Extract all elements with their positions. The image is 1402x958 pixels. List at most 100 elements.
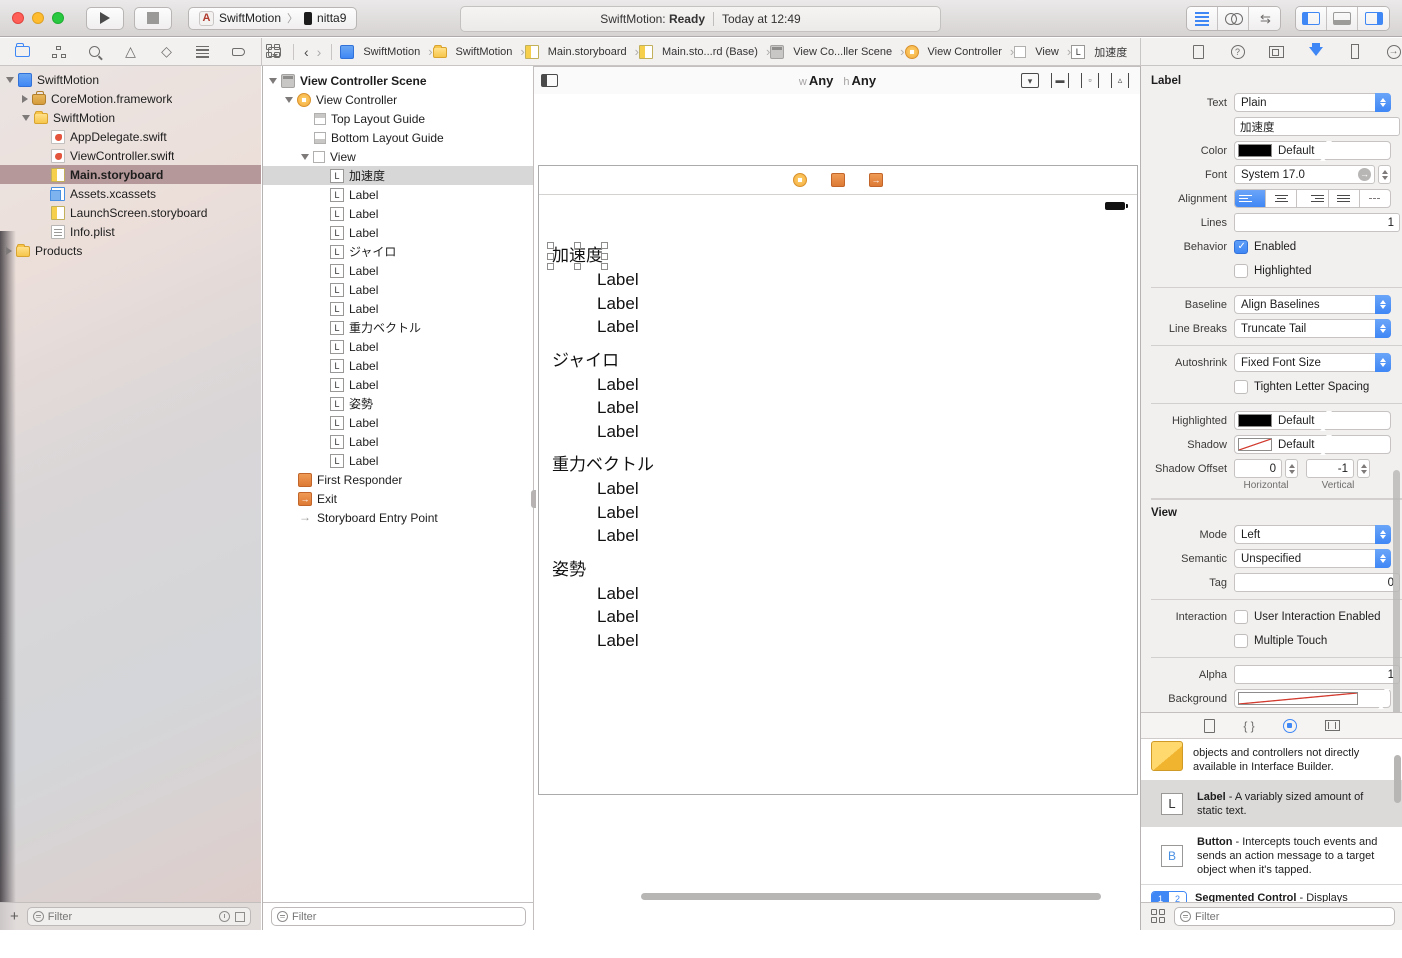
file-row[interactable]: SwiftMotion [0, 108, 261, 127]
library-filter-input[interactable] [1195, 911, 1389, 923]
toggle-debug-area-button[interactable] [1327, 7, 1358, 30]
breadcrumb-item[interactable]: View Controller [905, 44, 1015, 59]
toggle-outline-button[interactable] [541, 74, 558, 87]
identity-inspector-tab[interactable] [1268, 43, 1285, 60]
library-item-partial[interactable]: objects and controllers not directly ava… [1141, 739, 1402, 781]
outline-row[interactable]: Storyboard Entry Point [263, 508, 533, 527]
selection-handle[interactable] [547, 242, 554, 249]
add-file-button[interactable]: + [10, 908, 19, 925]
horizontal-scrollbar[interactable] [641, 893, 1101, 900]
canvas-label[interactable]: Label [552, 373, 654, 397]
disclosure-triangle[interactable] [6, 247, 12, 255]
font-picker-icon[interactable]: → [1358, 168, 1371, 181]
library-item-label[interactable]: L Label - A variably sized amount of sta… [1141, 781, 1402, 827]
search-navigator-tab[interactable] [86, 43, 103, 60]
outline-row[interactable]: 重力ベクトル [263, 318, 533, 337]
outline-row[interactable]: Label [263, 223, 533, 242]
disclosure-triangle[interactable] [22, 95, 28, 103]
canvas-label[interactable]: 姿勢 [552, 558, 586, 582]
size-class-selector[interactable]: w Any h Any [799, 73, 876, 88]
color-popup[interactable]: Default [1234, 141, 1391, 160]
view-controller-frame[interactable]: 加速度 Label Label Label ジャイロ Label Label L… [538, 165, 1138, 795]
navigator-filter-input[interactable] [48, 911, 215, 923]
canvas-label[interactable]: Label [552, 396, 654, 420]
size-inspector-tab[interactable] [1346, 43, 1363, 60]
breadcrumb-item[interactable]: Main.sto...rd (Base) [639, 44, 770, 59]
run-button[interactable] [86, 7, 124, 30]
first-responder-icon[interactable] [831, 173, 845, 187]
align-left-segment[interactable] [1235, 190, 1266, 207]
debug-navigator-tab[interactable] [194, 43, 211, 60]
scheme-name[interactable]: SwiftMotion [219, 11, 281, 25]
canvas-label[interactable]: Label [552, 268, 654, 292]
highlighted-color-popup[interactable]: Default [1234, 411, 1391, 430]
canvas-label[interactable]: Label [552, 605, 654, 629]
file-template-library-tab[interactable] [1204, 719, 1215, 733]
breadcrumb-item[interactable]: SwiftMotion [340, 44, 432, 59]
embed-in-stack-button[interactable]: ▾ [1021, 73, 1039, 88]
resolve-issues-button[interactable]: ▵ [1111, 73, 1129, 88]
outline-row[interactable]: View Controller [263, 90, 533, 109]
file-row[interactable]: Assets.xcassets [0, 184, 261, 203]
file-row[interactable]: Main.storyboard [0, 165, 261, 184]
outline-row[interactable]: Top Layout Guide [263, 109, 533, 128]
shadow-h-stepper[interactable] [1285, 459, 1298, 478]
project-navigator-tab[interactable] [14, 43, 31, 60]
tighten-letter-spacing-checkbox[interactable] [1234, 380, 1248, 394]
outline-row[interactable]: View [263, 147, 533, 166]
breadcrumb-item[interactable]: 加速度 [1071, 44, 1127, 60]
alpha-field[interactable] [1234, 665, 1400, 684]
background-swatch[interactable] [1238, 692, 1358, 705]
font-field[interactable]: System 17.0→ [1234, 165, 1375, 184]
canvas-label[interactable]: ジャイロ [552, 349, 619, 373]
align-button[interactable]: ▬ [1051, 73, 1069, 88]
shadow-offset-horizontal-field[interactable] [1234, 459, 1282, 478]
outline-row[interactable]: Exit [263, 489, 533, 508]
outline-row[interactable]: Label [263, 375, 533, 394]
file-row[interactable]: AppDelegate.swift [0, 127, 261, 146]
selection-handle[interactable] [547, 263, 554, 270]
selection-handle[interactable] [547, 253, 554, 260]
navigator-filter-field[interactable] [27, 907, 251, 926]
code-snippet-library-tab[interactable]: { } [1243, 719, 1254, 733]
outline-row[interactable]: Label [263, 185, 533, 204]
media-library-tab[interactable] [1325, 720, 1340, 731]
scheme-selector[interactable]: A SwiftMotion 〉 nitta9 [188, 7, 357, 30]
zoom-window-button[interactable] [52, 12, 64, 24]
align-center-segment[interactable] [1266, 190, 1297, 207]
canvas-label[interactable]: Label [552, 501, 654, 525]
outline-row[interactable]: 姿勢 [263, 394, 533, 413]
test-navigator-tab[interactable]: ◇ [158, 43, 175, 60]
canvas-label[interactable]: 重力ベクトル [552, 453, 654, 477]
exit-icon[interactable] [869, 173, 883, 187]
disclosure-triangle[interactable] [301, 154, 309, 160]
canvas-label[interactable]: Label [552, 629, 654, 653]
shadow-swatch[interactable] [1238, 438, 1272, 451]
file-inspector-tab[interactable] [1190, 43, 1207, 60]
selection-handle[interactable] [574, 242, 581, 249]
shadow-color-popup[interactable]: Default [1234, 435, 1391, 454]
background-popup[interactable] [1234, 689, 1391, 708]
selection-handle[interactable] [601, 253, 608, 260]
pin-button[interactable]: ▫ [1081, 73, 1099, 88]
canvas-label[interactable]: Label [552, 524, 654, 548]
close-window-button[interactable] [12, 12, 24, 24]
outline-row[interactable]: Label [263, 261, 533, 280]
related-items-icon[interactable] [266, 44, 281, 59]
outline-row[interactable]: Label [263, 451, 533, 470]
selection-handle[interactable] [574, 263, 581, 270]
toggle-inspector-button[interactable] [1358, 7, 1389, 30]
forward-button[interactable]: › [315, 44, 324, 60]
line-breaks-popup[interactable]: Truncate Tail [1234, 319, 1391, 338]
file-row[interactable]: Products [0, 241, 261, 260]
disclosure-triangle[interactable] [6, 77, 14, 83]
outline-row[interactable]: First Responder [263, 470, 533, 489]
file-row[interactable]: CoreMotion.framework [0, 89, 261, 108]
tag-field[interactable] [1234, 573, 1400, 592]
back-button[interactable]: ‹ [302, 44, 311, 60]
outline-row[interactable]: View Controller Scene [263, 71, 533, 90]
highlighted-checkbox[interactable] [1234, 264, 1248, 278]
label-text-field[interactable] [1234, 117, 1400, 136]
outline-row[interactable]: Label [263, 337, 533, 356]
breadcrumb-item[interactable]: Main.storyboard [525, 44, 639, 59]
